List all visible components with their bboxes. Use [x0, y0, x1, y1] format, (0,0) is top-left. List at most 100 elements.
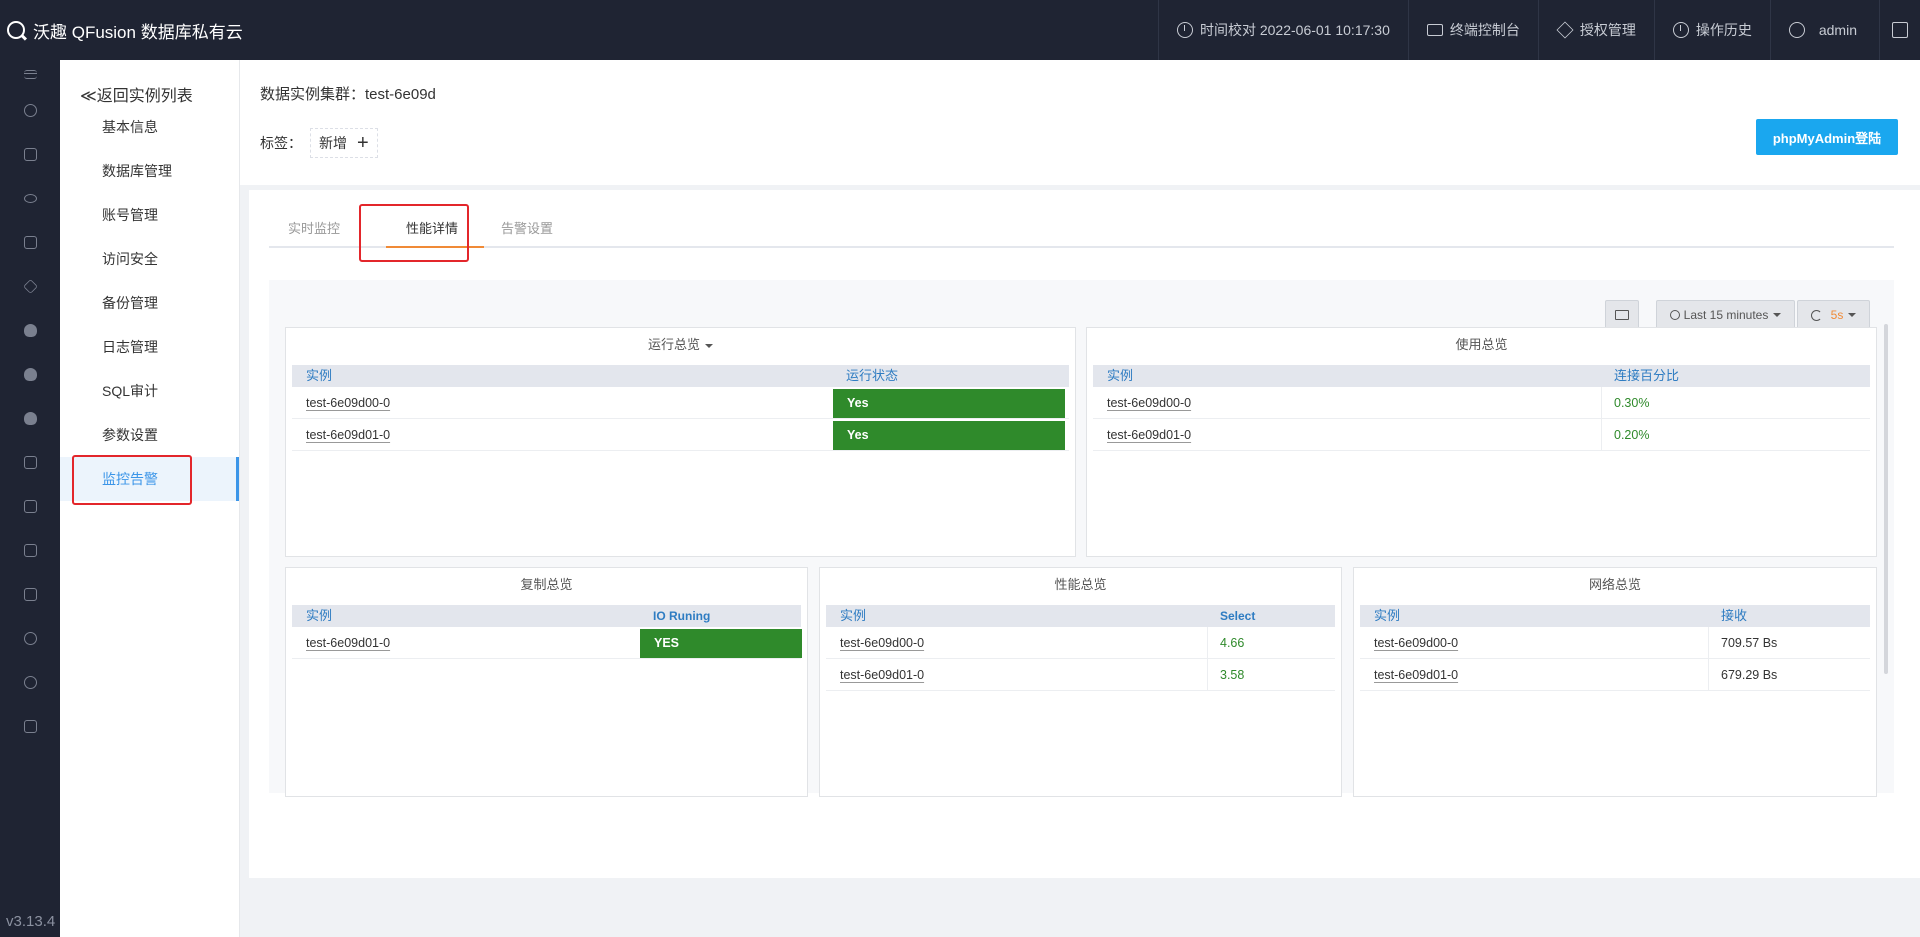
rail-database[interactable]: [0, 308, 60, 352]
select-rate: 3.58: [1220, 668, 1245, 682]
column-divider: [1708, 659, 1709, 691]
rail-backup[interactable]: [0, 572, 60, 616]
refresh-icon: [1810, 309, 1822, 321]
users-icon: [23, 631, 37, 645]
instance-link[interactable]: test-6e09d01-0: [306, 419, 390, 451]
dashboard-scrollbar[interactable]: [1884, 324, 1888, 674]
add-tag-button[interactable]: 新增 +: [310, 128, 378, 158]
instance-link[interactable]: test-6e09d00-0: [306, 387, 390, 419]
bytes-received: 709.57 Bs: [1721, 636, 1778, 650]
instance-link[interactable]: test-6e09d00-0: [840, 627, 924, 659]
instance-link[interactable]: test-6e09d01-0: [1374, 659, 1458, 691]
rail-account[interactable]: [0, 660, 60, 704]
panel-title[interactable]: 运行总览: [286, 334, 1075, 353]
run-table: 实例 运行状态 test-6e09d00-0 Yes test-6e09d01-…: [292, 365, 1069, 451]
version-label: v3.13.4: [6, 913, 56, 930]
rail-users[interactable]: [0, 616, 60, 660]
terminal-console-link[interactable]: 终端控制台: [1407, 0, 1538, 60]
column-header[interactable]: 实例: [1374, 605, 1400, 627]
rail-dashboard[interactable]: [0, 88, 60, 132]
column-header[interactable]: 连接百分比: [1614, 365, 1679, 387]
column-header[interactable]: 实例: [1107, 365, 1133, 387]
brand[interactable]: 沃趣 QFusion 数据库私有云: [0, 18, 243, 43]
status-cell: Yes: [833, 389, 1065, 418]
performance-dashboard: Last 15 minutes 5s 运行总览 实例 运行状态 test-6e0…: [269, 280, 1894, 797]
rail-monitor[interactable]: [0, 484, 60, 528]
time-sync[interactable]: 时间校对 2022-06-01 10:17:30: [1157, 0, 1408, 60]
instance-link[interactable]: test-6e09d01-0: [840, 659, 924, 691]
layers-icon: [1556, 21, 1574, 39]
subnav-item-database[interactable]: 数据库管理: [60, 149, 239, 193]
monitor-icon: [1615, 310, 1629, 320]
rail-tools[interactable]: [0, 220, 60, 264]
column-header[interactable]: 实例: [306, 365, 332, 387]
refresh-interval-picker[interactable]: 5s: [1797, 300, 1870, 330]
instance-link[interactable]: test-6e09d01-0: [306, 627, 390, 659]
language-switch[interactable]: [1879, 0, 1920, 60]
presentation-icon: [23, 719, 37, 733]
connection-percent: 0.20%: [1614, 428, 1650, 442]
column-divider: [1601, 419, 1602, 451]
tv-mode-button[interactable]: [1605, 300, 1639, 330]
column-divider: [1207, 659, 1208, 691]
panel-title: 性能总览: [1054, 577, 1107, 592]
license-label: 授权管理: [1579, 22, 1636, 38]
tab-alert-settings[interactable]: 告警设置: [501, 210, 553, 248]
table-header: 实例 连接百分比: [1093, 365, 1870, 387]
clock-icon: [1176, 22, 1193, 38]
status-cell: Yes: [833, 421, 1065, 450]
rail-layers[interactable]: [0, 264, 60, 308]
history-label: 操作历史: [1695, 22, 1752, 38]
ring-icon: [23, 193, 37, 203]
panel-run-overview: 运行总览 实例 运行状态 test-6e09d00-0 Yes test-6e0…: [285, 327, 1076, 557]
subnav-item-parameters[interactable]: 参数设置: [60, 413, 239, 457]
phpmyadmin-login-button[interactable]: phpMyAdmin登陆: [1756, 119, 1898, 155]
clock-icon: [1669, 310, 1680, 320]
rail-docs[interactable]: [0, 440, 60, 484]
table-header: 实例 接收: [1360, 605, 1870, 627]
subnav-item-sql-audit[interactable]: SQL审计: [60, 369, 239, 413]
rail-briefcase[interactable]: [0, 528, 60, 572]
column-header[interactable]: 运行状态: [846, 365, 898, 387]
back-to-instances-link[interactable]: ≪返回实例列表: [80, 82, 193, 106]
column-divider: [1207, 627, 1208, 659]
instance-link[interactable]: test-6e09d00-0: [1107, 387, 1191, 419]
column-header[interactable]: 实例: [306, 605, 332, 627]
brand-title: 沃趣 QFusion 数据库私有云: [33, 22, 243, 42]
menu-toggle[interactable]: [0, 60, 60, 88]
cluster-title: 数据实例集群：test-6e09d: [260, 86, 436, 103]
top-bar: 沃趣 QFusion 数据库私有云 时间校对 2022-06-01 10:17:…: [0, 0, 1920, 60]
instance-subnav: ≪返回实例列表 基本信息 数据库管理 账号管理 访问安全 备份管理 日志管理 S…: [60, 60, 240, 937]
user-menu[interactable]: admin: [1769, 0, 1879, 60]
tag-label: 标签：: [260, 135, 302, 151]
subnav-item-logs[interactable]: 日志管理: [60, 325, 239, 369]
table-row: test-6e09d01-0 3.58: [826, 659, 1335, 691]
rail-deploy[interactable]: [0, 132, 60, 176]
subnav-item-accounts[interactable]: 账号管理: [60, 193, 239, 237]
tool-icon: [23, 235, 37, 249]
instance-link[interactable]: test-6e09d00-0: [1374, 627, 1458, 659]
rail-cluster[interactable]: [0, 176, 60, 220]
panel-usage-overview: 使用总览 实例 连接百分比 test-6e09d00-0 0.30% test-…: [1086, 327, 1877, 557]
column-header[interactable]: 实例: [840, 605, 866, 627]
table-row: test-6e09d01-0 0.20%: [1093, 419, 1870, 451]
rail-presentation[interactable]: [0, 704, 60, 748]
subnav-item-access-security[interactable]: 访问安全: [60, 237, 239, 281]
instance-link[interactable]: test-6e09d01-0: [1107, 419, 1191, 451]
time-range-picker[interactable]: Last 15 minutes: [1656, 300, 1795, 330]
subnav-item-backup[interactable]: 备份管理: [60, 281, 239, 325]
rail-alerts[interactable]: [0, 396, 60, 440]
column-header[interactable]: 接收: [1721, 605, 1747, 627]
rail-security[interactable]: [0, 352, 60, 396]
license-link[interactable]: 授权管理: [1537, 0, 1654, 60]
briefcase-icon: [23, 543, 37, 557]
column-divider: [1601, 387, 1602, 419]
time-range-label: Last 15 minutes: [1683, 308, 1769, 322]
tab-realtime[interactable]: 实时监控: [288, 210, 340, 248]
history-link[interactable]: 操作历史: [1653, 0, 1770, 60]
column-header[interactable]: Select: [1220, 605, 1255, 627]
subnav-item-basic-info[interactable]: 基本信息: [60, 105, 239, 149]
panel-performance-overview: 性能总览 实例 Select test-6e09d00-0 4.66 test-…: [819, 567, 1342, 797]
panel-network-overview: 网络总览 实例 接收 test-6e09d00-0 709.57 Bs test…: [1353, 567, 1877, 797]
column-header[interactable]: IO Runing: [653, 605, 710, 627]
